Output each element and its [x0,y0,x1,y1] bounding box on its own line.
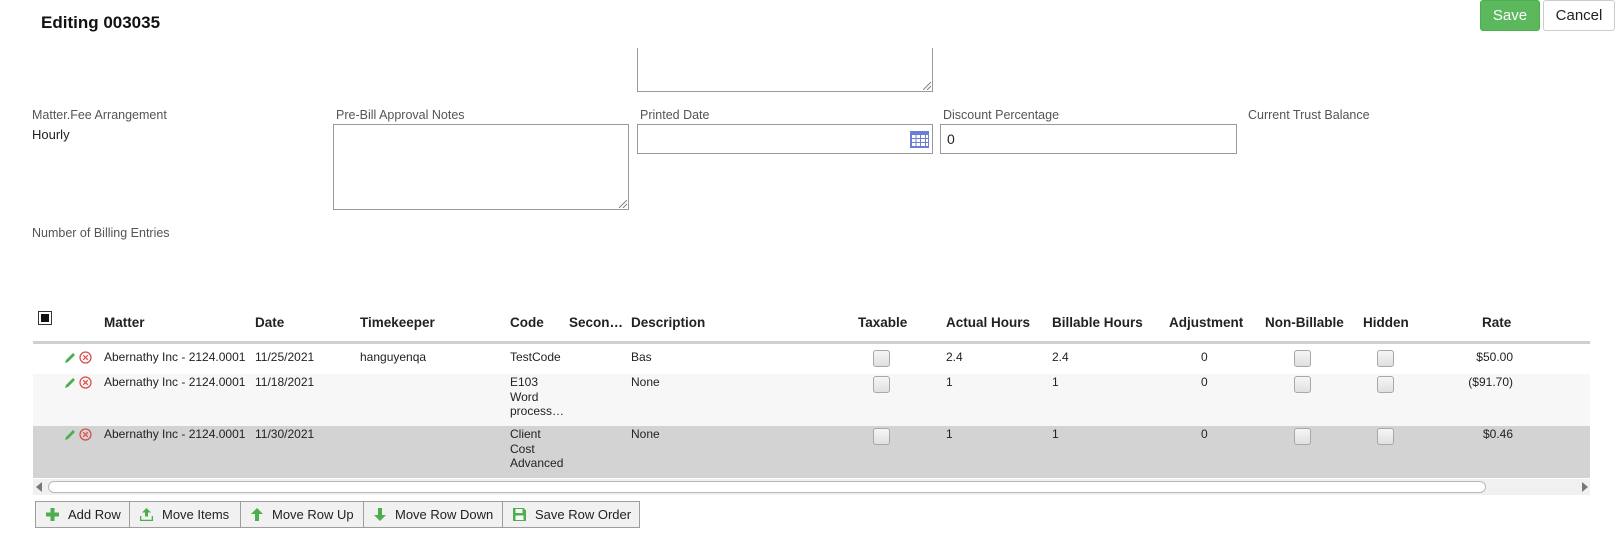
cell-actual-hours: 1 [946,375,953,389]
non-billable-checkbox[interactable] [1294,350,1311,367]
cell-date: 11/25/2021 [255,350,315,364]
cell-code: E103 Word process… [510,375,564,419]
col-header-billable-hours[interactable]: Billable Hours [1052,315,1143,330]
arrow-down-icon [374,508,386,521]
cell-code-line: Word [510,389,539,404]
hidden-checkbox[interactable] [1377,350,1394,367]
move-row-down-label: Move Row Down [395,507,494,522]
cell-date: 11/30/2021 [255,427,315,441]
discount-percentage-input[interactable]: 0 [940,124,1237,154]
cell-timekeeper: hanguyenqa [360,350,427,364]
save-row-order-label: Save Row Order [535,507,632,522]
cell-code-line: Cost [510,441,535,456]
move-row-up-label: Move Row Up [272,507,354,522]
taxable-checkbox[interactable] [873,376,890,393]
move-items-label: Move Items [162,507,230,522]
cell-description: Bas [631,350,652,364]
cell-description: None [631,427,660,441]
cell-billable-hours: 2.4 [1052,350,1069,364]
save-row-order-button[interactable]: Save Row Order [502,501,640,528]
col-header-date[interactable]: Date [255,315,284,330]
cell-matter: Abernathy Inc - 2124.0001 [104,350,246,364]
hidden-checkbox[interactable] [1377,428,1394,445]
cell-code: TestCode [510,350,561,365]
col-header-timekeeper[interactable]: Timekeeper [360,315,435,330]
resize-grip[interactable] [923,82,931,90]
cell-billable-hours: 1 [1052,427,1059,441]
cell-rate: $50.00 [1476,350,1513,364]
cell-adjustment: 0 [1201,427,1208,441]
floppy-disk-icon [513,508,526,521]
upper-notes-textarea[interactable] [637,48,933,92]
scroll-left-icon[interactable] [36,482,42,492]
col-header-code[interactable]: Code [510,315,544,330]
cell-adjustment: 0 [1201,375,1208,389]
cell-code-line: Client [510,427,541,441]
fee-arrangement-label: Matter.Fee Arrangement [32,108,167,122]
cell-actual-hours: 1 [946,427,953,441]
cell-rate: ($91.70) [1468,375,1513,389]
scrollbar-thumb[interactable] [48,481,1486,493]
col-header-hidden[interactable]: Hidden [1363,315,1409,330]
cell-adjustment: 0 [1201,350,1208,364]
prebill-notes-textarea[interactable] [333,124,629,210]
prebill-notes-label: Pre-Bill Approval Notes [336,108,465,122]
page-title: Editing 003035 [41,13,161,32]
cell-code-line: E103 [510,375,539,389]
cell-billable-hours: 1 [1052,375,1059,389]
remove-circle-icon[interactable] [79,428,92,441]
taxable-checkbox[interactable] [873,428,890,445]
col-header-adjustment[interactable]: Adjustment [1169,315,1243,330]
upload-icon [140,508,153,521]
col-header-description[interactable]: Description [631,315,705,330]
billing-entries-label: Number of Billing Entries [32,226,170,240]
pencil-icon[interactable] [63,376,77,390]
add-row-label: Add Row [68,507,121,522]
cell-matter: Abernathy Inc - 2124.0001 [104,375,246,389]
move-row-down-button[interactable]: Move Row Down [363,501,503,528]
remove-circle-icon[interactable] [79,376,92,389]
cell-description: None [631,375,660,389]
col-header-secondary[interactable]: Secon… [569,315,623,330]
hidden-checkbox[interactable] [1377,376,1394,393]
fee-arrangement-value: Hourly [32,127,70,142]
trust-balance-label: Current Trust Balance [1248,108,1370,122]
select-all-checkbox[interactable] [38,311,52,325]
pencil-icon[interactable] [63,351,77,365]
move-row-up-button[interactable]: Move Row Up [240,501,364,528]
taxable-checkbox[interactable] [873,350,890,367]
save-button[interactable]: Save [1480,0,1540,31]
col-header-matter[interactable]: Matter [104,315,145,330]
arrow-up-icon [251,508,263,521]
col-header-actual-hours[interactable]: Actual Hours [946,315,1030,330]
resize-grip[interactable] [619,200,627,208]
plus-icon [46,508,59,521]
discount-percentage-label: Discount Percentage [943,108,1060,122]
col-header-rate[interactable]: Rate [1482,315,1511,330]
cell-code-line: Advanced [510,456,564,470]
col-header-taxable[interactable]: Taxable [858,315,907,330]
cell-code-line: process… [510,404,565,418]
move-items-button[interactable]: Move Items [129,501,241,528]
add-row-button[interactable]: Add Row [35,501,130,528]
cancel-button[interactable]: Cancel [1543,0,1615,31]
col-header-non-billable[interactable]: Non-Billable [1265,315,1344,330]
cell-code-line: TestCode [510,350,561,364]
cell-rate: $0.46 [1482,427,1513,441]
cell-date: 11/18/2021 [255,375,315,389]
cell-code: Client Cost Advanced [510,427,563,471]
calendar-icon[interactable] [910,131,929,148]
cell-matter: Abernathy Inc - 2124.0001 [104,427,246,441]
remove-circle-icon[interactable] [79,351,92,364]
pencil-icon[interactable] [63,428,77,442]
non-billable-checkbox[interactable] [1294,428,1311,445]
printed-date-input[interactable] [637,124,933,154]
cell-actual-hours: 2.4 [946,350,963,364]
scroll-right-icon[interactable] [1582,482,1588,492]
non-billable-checkbox[interactable] [1294,376,1311,393]
printed-date-label: Printed Date [640,108,710,122]
